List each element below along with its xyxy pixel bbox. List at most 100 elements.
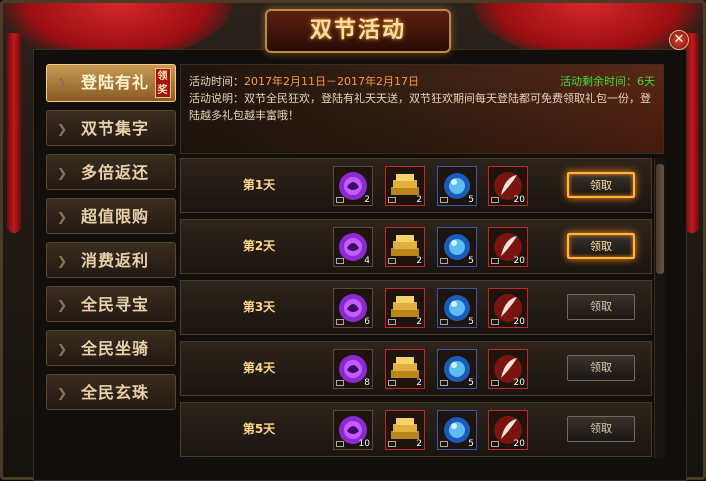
reward-slot[interactable]: 2 — [385, 349, 425, 389]
sidebar-item[interactable]: ❯ 超值限购 — [46, 198, 176, 234]
item-count: 8 — [364, 378, 370, 388]
reward-slot[interactable]: 20 — [488, 227, 528, 267]
item-count: 2 — [416, 195, 422, 205]
sidebar-item-label: 消费返利 — [81, 251, 150, 270]
sidebar-item[interactable]: ❯ 消费返利 — [46, 242, 176, 278]
reward-slot[interactable]: 2 — [385, 410, 425, 450]
window-title: 双节活动 — [309, 18, 406, 43]
item-count: 20 — [513, 195, 525, 205]
bound-lock-icon — [491, 197, 499, 203]
event-time-value: 2017年2月11日－2017年2月17日 — [244, 75, 419, 88]
reward-slot[interactable]: 4 — [333, 227, 373, 267]
sidebar-item[interactable]: ❯ 全民寻宝 — [46, 286, 176, 322]
item-count: 20 — [513, 439, 525, 449]
reward-slot[interactable]: 8 — [333, 349, 373, 389]
sidebar-item-label: 全民坐骑 — [81, 339, 150, 358]
sidebar-item-label: 全民玄珠 — [81, 383, 150, 402]
bound-lock-icon — [388, 258, 396, 264]
sidebar-item[interactable]: ❯ 登陆有礼 领奖 — [46, 64, 176, 102]
scrollbar[interactable] — [654, 158, 665, 458]
item-count: 6 — [364, 317, 370, 327]
event-banner: 活动时间：2017年2月11日－2017年2月17日 活动剩余时间：6天 活动说… — [180, 64, 664, 154]
reward-slot[interactable]: 20 — [488, 288, 528, 328]
day-label: 第2天 — [242, 239, 276, 253]
bound-lock-icon — [440, 380, 448, 386]
reward-slot[interactable]: 2 — [385, 288, 425, 328]
chevron-right-icon: ❯ — [57, 342, 69, 356]
remaining-time: 活动剩余时间：6天 — [560, 75, 655, 88]
sidebar-item[interactable]: ❯ 多倍返还 — [46, 154, 176, 190]
chevron-right-icon: ❯ — [57, 298, 69, 312]
item-count: 2 — [416, 439, 422, 449]
item-count: 20 — [513, 256, 525, 266]
reward-row: 第5天 10 2 5 20 领取 — [180, 402, 652, 457]
close-button[interactable]: ✕ — [669, 30, 689, 50]
reward-list: 第1天 2 2 5 20 领取 第2天 4 2 5 20 领取 第3天 6 2 5 20 领取 第4天 8 2 5 20 领取… — [180, 158, 652, 458]
item-count: 20 — [513, 378, 525, 388]
chevron-right-icon: ❯ — [57, 254, 69, 268]
bound-lock-icon — [336, 258, 344, 264]
sidebar-item[interactable]: ❯ 双节集字 — [46, 110, 176, 146]
sidebar-item-label: 超值限购 — [81, 207, 150, 226]
red-drape-right — [685, 33, 699, 233]
day-label: 第4天 — [242, 361, 276, 375]
day-label: 第1天 — [242, 178, 276, 192]
bound-lock-icon — [440, 441, 448, 447]
item-count: 2 — [364, 195, 370, 205]
sidebar-item[interactable]: ❯ 全民坐骑 — [46, 330, 176, 366]
reward-slot[interactable]: 5 — [437, 410, 477, 450]
title-plate: 双节活动 — [265, 9, 451, 53]
reward-slot[interactable]: 5 — [437, 227, 477, 267]
reward-slot[interactable]: 6 — [333, 288, 373, 328]
reward-badge: 领奖 — [155, 68, 171, 98]
chevron-right-icon: ❯ — [57, 166, 69, 180]
item-count: 5 — [468, 439, 474, 449]
sidebar-item-label: 多倍返还 — [81, 163, 150, 182]
item-count: 5 — [468, 317, 474, 327]
reward-row: 第2天 4 2 5 20 领取 — [180, 219, 652, 274]
scroll-thumb[interactable] — [656, 164, 664, 274]
item-count: 2 — [416, 256, 422, 266]
sidebar: ❯ 登陆有礼 领奖 ❯ 双节集字 ❯ 多倍返还 ❯ 超值限购 ❯ 消费返利 ❯ 全民寻宝 ❯ 全民坐骑 ❯ 全民… — [46, 64, 176, 418]
reward-slot[interactable]: 20 — [488, 410, 528, 450]
reward-slot[interactable]: 10 — [333, 410, 373, 450]
claim-button[interactable]: 领取 — [567, 233, 635, 259]
reward-slot[interactable]: 5 — [437, 288, 477, 328]
claim-button[interactable]: 领取 — [567, 416, 635, 442]
bound-lock-icon — [491, 319, 499, 325]
day-label: 第5天 — [242, 422, 276, 436]
item-count: 5 — [468, 195, 474, 205]
item-count: 5 — [468, 256, 474, 266]
bound-lock-icon — [440, 319, 448, 325]
event-description: 活动说明：双节全民狂欢，登陆有礼天天送，双节狂欢期间每天登陆都可免费领取礼包一份… — [189, 92, 651, 122]
bound-lock-icon — [491, 380, 499, 386]
bound-lock-icon — [388, 441, 396, 447]
sidebar-item[interactable]: ❯ 全民玄珠 — [46, 374, 176, 410]
reward-slot[interactable]: 20 — [488, 349, 528, 389]
reward-row: 第4天 8 2 5 20 领取 — [180, 341, 652, 396]
bound-lock-icon — [388, 197, 396, 203]
bound-lock-icon — [491, 258, 499, 264]
bound-lock-icon — [336, 441, 344, 447]
item-count: 2 — [416, 317, 422, 327]
reward-row: 第1天 2 2 5 20 领取 — [180, 158, 652, 213]
claim-button[interactable]: 领取 — [567, 294, 635, 320]
reward-slot[interactable]: 2 — [333, 166, 373, 206]
reward-slot[interactable]: 5 — [437, 166, 477, 206]
red-drape-left — [7, 33, 21, 233]
reward-slot[interactable]: 2 — [385, 166, 425, 206]
bound-lock-icon — [491, 441, 499, 447]
chevron-right-icon: ❯ — [57, 386, 69, 400]
item-count: 4 — [364, 256, 370, 266]
sidebar-item-label: 登陆有礼 — [81, 73, 150, 92]
reward-slot[interactable]: 2 — [385, 227, 425, 267]
claim-button[interactable]: 领取 — [567, 355, 635, 381]
chevron-right-icon: ❯ — [57, 122, 69, 136]
day-label: 第3天 — [242, 300, 276, 314]
bound-lock-icon — [336, 380, 344, 386]
reward-slot[interactable]: 20 — [488, 166, 528, 206]
bound-lock-icon — [336, 197, 344, 203]
claim-button[interactable]: 领取 — [567, 172, 635, 198]
sidebar-item-label: 双节集字 — [81, 119, 150, 138]
reward-slot[interactable]: 5 — [437, 349, 477, 389]
